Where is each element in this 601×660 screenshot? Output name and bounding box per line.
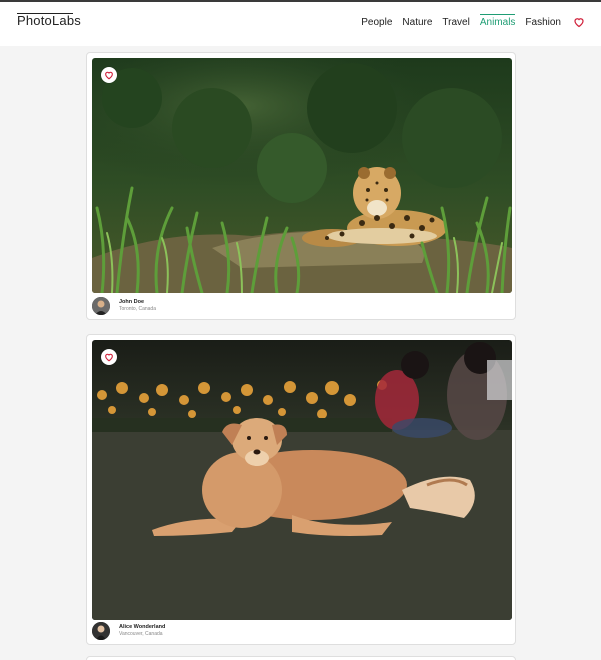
top-navigation-bar: PhotoLabs People Nature Travel Animals F… <box>0 2 601 46</box>
heart-icon <box>105 71 113 80</box>
nav-link-travel[interactable]: Travel <box>442 17 469 28</box>
dog-photo[interactable] <box>92 340 512 620</box>
photo-author: Alice Wonderland Vancouver, Canada <box>92 622 165 640</box>
author-name: John Doe <box>119 299 145 305</box>
jaguar-photo[interactable] <box>92 58 512 293</box>
photo-card[interactable]: John Doe Toronto, Canada <box>86 52 516 320</box>
nav-link-fashion[interactable]: Fashion <box>525 17 561 28</box>
photo-author: John Doe Toronto, Canada <box>92 297 156 315</box>
nav-link-nature[interactable]: Nature <box>402 17 432 28</box>
heart-icon[interactable] <box>573 16 585 28</box>
favorite-button[interactable] <box>101 67 117 83</box>
avatar[interactable] <box>92 622 110 640</box>
nav-links: People Nature Travel Animals Fashion <box>351 13 585 28</box>
nav-link-animals[interactable]: Animals <box>479 13 515 28</box>
author-location: Vancouver, Canada <box>119 631 163 637</box>
nav-link-people[interactable]: People <box>361 17 392 28</box>
author-location: Toronto, Canada <box>119 306 156 312</box>
heart-icon <box>105 353 113 362</box>
avatar[interactable] <box>92 297 110 315</box>
logo[interactable]: PhotoLabs <box>17 13 81 28</box>
photo-card[interactable] <box>86 656 516 660</box>
favorite-button[interactable] <box>101 349 117 365</box>
photo-card[interactable]: Alice Wonderland Vancouver, Canada <box>86 334 516 645</box>
author-name: Alice Wonderland <box>119 624 166 630</box>
